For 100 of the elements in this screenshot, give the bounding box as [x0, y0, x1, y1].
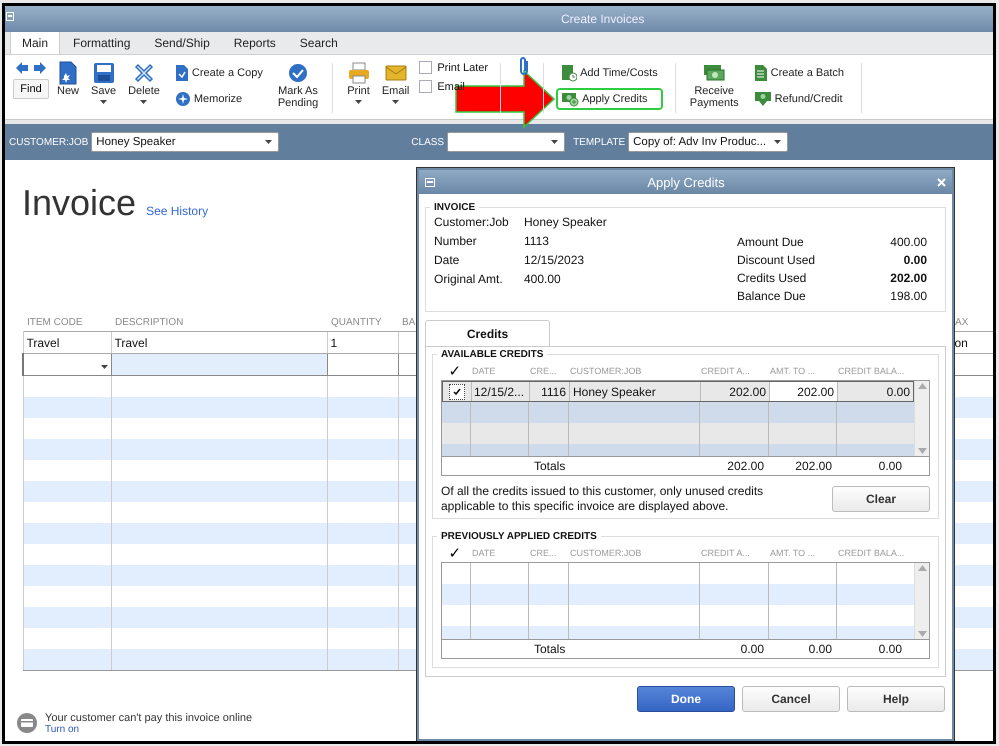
tab[interactable]: Formatting [62, 32, 142, 54]
customer-dropdown[interactable]: Honey Speaker [91, 132, 280, 152]
toolbar-button[interactable]: Delete [124, 55, 164, 104]
delete-icon [132, 62, 155, 84]
field-value: 400.00 [524, 272, 562, 286]
section-heading: AVAILABLE CREDITS [440, 349, 544, 360]
toolbar-button[interactable]: Refund/Credit [748, 88, 850, 110]
table-cell: 0.00 [837, 382, 913, 401]
toolbar-button[interactable]: Add Time/Costs [556, 61, 663, 85]
field-label: Original Amt. [434, 272, 504, 286]
turn-on-link[interactable]: Turn on [45, 724, 252, 735]
tab[interactable]: Main [10, 31, 60, 54]
field-label: CUSTOMER:JOB [9, 136, 88, 148]
checkbox[interactable] [419, 61, 432, 74]
toolbar-button[interactable]: Create a Copy [170, 61, 268, 85]
money-arrow-icon [754, 91, 772, 107]
column-header: CUSTOMER:JOB [569, 366, 642, 376]
forward-arrow-icon[interactable] [34, 62, 46, 74]
column-header: CREDIT A... [700, 548, 751, 558]
field-label: Amount Due [737, 235, 805, 249]
tab[interactable]: Reports [222, 32, 287, 54]
toolbar-button[interactable]: Apply Credits [556, 88, 663, 110]
toolbar-button[interactable]: Memorize [170, 88, 268, 110]
time-sheet-icon [561, 64, 578, 82]
checkbox-label[interactable]: Print Later [437, 62, 488, 74]
dialog-button[interactable]: Cancel [742, 686, 840, 712]
scroll-down-icon[interactable] [918, 631, 926, 637]
column-header: AMT. TO ... [769, 548, 816, 558]
field-label: Customer:Job [434, 215, 510, 229]
amount-value: 202.00 [889, 271, 927, 285]
column-header: AX [951, 315, 993, 332]
section-heading: INVOICE [433, 202, 476, 213]
toolbar-button[interactable]: Print [343, 55, 374, 104]
field-value: 12/15/2023 [524, 253, 586, 267]
table-cell: 1116 [529, 382, 569, 401]
column-header: CRE... [529, 548, 558, 558]
toolbar-button[interactable]: Mark As Pending [274, 55, 322, 109]
amount-value: 198.00 [889, 289, 927, 303]
field-value: Honey Speaker [524, 215, 607, 229]
checkbox[interactable] [449, 384, 465, 400]
total-value: 0.00 [878, 459, 903, 473]
tab[interactable]: Search [288, 32, 349, 54]
table-row[interactable]: 12/15/2... 1116 Honey Speaker 202.00 202.00 0.00 [442, 381, 914, 402]
scroll-down-icon[interactable] [918, 448, 926, 454]
batch-document-icon [754, 64, 768, 82]
toolbar-button[interactable]: New [53, 55, 84, 97]
template-dropdown[interactable]: Copy of: Adv Inv Produc... [628, 132, 788, 152]
table-cell: 1 [327, 332, 398, 354]
table-cell: Honey Speaker [569, 382, 700, 401]
check-circle-icon [287, 62, 310, 84]
field-label: Credits Used [737, 271, 808, 285]
total-value: 0.00 [878, 642, 903, 656]
amount-value: 0.00 [902, 253, 927, 267]
tab[interactable]: Credits [425, 320, 550, 346]
column-header: CREDIT BALA... [837, 366, 905, 376]
back-arrow-icon[interactable] [16, 62, 28, 74]
find-button[interactable]: Find [13, 79, 49, 99]
window-menu-icon[interactable] [425, 178, 435, 186]
column-header: QUANTITY [327, 315, 398, 332]
new-document-icon [58, 61, 78, 85]
column-header: CREDIT A... [700, 366, 751, 376]
column-header: ITEM CODE [23, 315, 111, 332]
scroll-up-icon[interactable] [918, 383, 926, 389]
close-icon[interactable] [937, 178, 946, 186]
scroll-up-icon[interactable] [918, 565, 926, 571]
clear-button[interactable]: Clear [832, 486, 930, 512]
totals-label: Totals [534, 459, 566, 473]
check-column-header: ✓ [448, 544, 462, 562]
checkbox[interactable] [419, 80, 432, 93]
toolbar-button[interactable]: Receive Payments [686, 55, 743, 109]
dialog-title: Apply Credits [647, 174, 725, 190]
envelope-icon [384, 64, 407, 82]
totals-label: Totals [534, 642, 566, 656]
dialog-button[interactable]: Done [637, 686, 735, 712]
section-heading: PREVIOUSLY APPLIED CREDITS [440, 531, 598, 542]
toolbar-button[interactable]: Email [378, 55, 414, 104]
checkbox-label[interactable]: Email [437, 80, 465, 92]
tab[interactable]: Send/Ship [143, 32, 221, 54]
column-header: DESCRIPTION [111, 315, 327, 332]
total-value: 0.00 [740, 642, 765, 656]
class-dropdown[interactable] [447, 132, 566, 152]
check-icon [453, 388, 461, 395]
dropdown-caret-icon [774, 140, 782, 144]
column-header: AMT. TO ... [769, 366, 816, 376]
column-header: CREDIT BALA... [837, 548, 905, 558]
table-cell: Travel [111, 332, 327, 354]
memorize-icon [174, 91, 191, 107]
toolbar-button[interactable]: Create a Batch [748, 61, 850, 85]
dropdown-caret-icon [551, 140, 558, 144]
field-label: Discount Used [737, 253, 816, 267]
dialog-button[interactable]: Help [847, 686, 945, 712]
toolbar-button[interactable]: Save [87, 55, 120, 104]
check-column-header: ✓ [448, 362, 462, 380]
see-history-link[interactable]: See History [146, 204, 208, 218]
invoice-title: Invoice [22, 182, 136, 224]
field-label: CLASS [411, 136, 444, 148]
info-text: Of all the credits issued to this customer, only unused credits applicable to this specific invoice are displayed above. [441, 484, 764, 514]
window-menu-icon[interactable] [6, 12, 14, 21]
save-icon [92, 62, 115, 84]
field-label: Balance Due [737, 289, 807, 303]
